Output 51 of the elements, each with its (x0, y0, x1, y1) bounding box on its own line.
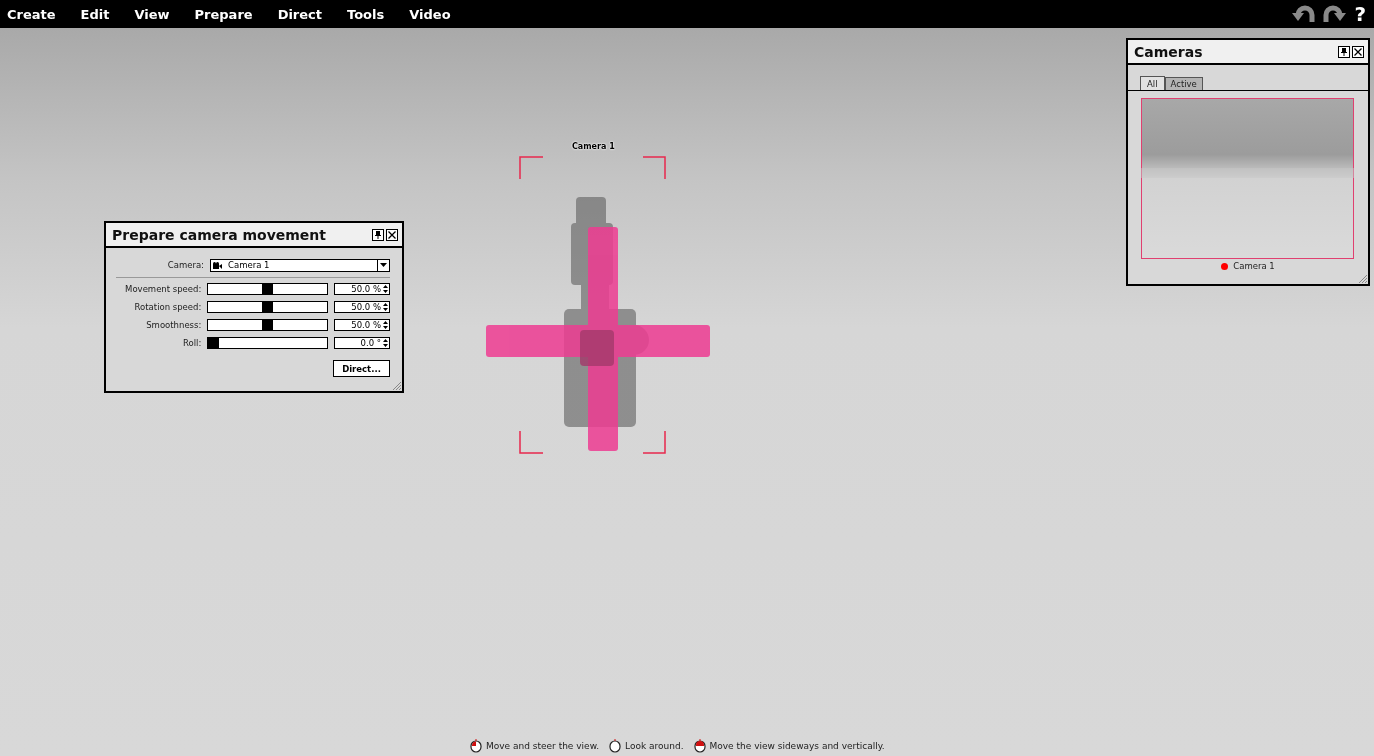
menu-item[interactable]: View (134, 6, 170, 22)
hint-text: Look around. (625, 741, 684, 751)
panel-title: Prepare camera movement (112, 226, 327, 243)
hint-text: Move and steer the view. (486, 741, 600, 751)
mouse-icon (609, 739, 622, 753)
menu-item[interactable]: Prepare (194, 6, 253, 22)
menu-item[interactable]: Edit (80, 6, 110, 22)
tab[interactable]: Active (1164, 77, 1203, 90)
slider-thumb[interactable] (208, 338, 220, 348)
menu-item[interactable]: Tools (347, 6, 385, 22)
pin-icon[interactable] (1338, 45, 1350, 58)
slider[interactable] (207, 301, 328, 313)
video-camera-icon (213, 261, 222, 269)
menu-item[interactable]: Create (7, 6, 56, 22)
pin-icon[interactable] (372, 228, 384, 241)
slider-thumb[interactable] (262, 320, 273, 330)
direct-button[interactable]: Direct... (333, 360, 390, 377)
camera-label: Camera 1 (572, 142, 615, 151)
field-label: Camera: (166, 260, 204, 270)
close-icon[interactable] (386, 228, 398, 241)
value-spinbox[interactable]: 50.0 % (333, 283, 390, 295)
hint-text: Move the view sideways and vertically. (709, 741, 885, 751)
tab[interactable]: All (1140, 76, 1165, 90)
dropdown-arrow-icon (380, 263, 387, 267)
menu-item[interactable]: Video (409, 6, 451, 22)
slider[interactable] (207, 319, 328, 331)
camera-name: Camera 1 (1233, 261, 1275, 271)
value-spinbox[interactable]: 50.0 % (333, 301, 390, 313)
field-label: Smoothness: (145, 320, 202, 330)
slider[interactable] (207, 283, 328, 295)
value-spinbox[interactable]: 50.0 % (333, 319, 390, 331)
help-button[interactable]: ? (1354, 2, 1366, 26)
camera-dropdown[interactable]: Camera 1 (210, 258, 390, 272)
menu-item[interactable]: Direct (277, 6, 323, 22)
field-label: Rotation speed: (133, 302, 202, 312)
mouse-icon (693, 739, 706, 753)
close-icon[interactable] (1352, 45, 1364, 58)
field-label: Roll: (182, 338, 202, 348)
slider-thumb[interactable] (262, 302, 273, 312)
resize-grip-icon[interactable] (393, 382, 401, 390)
resize-grip-icon[interactable] (1359, 275, 1367, 283)
spinner-arrows-icon (383, 303, 388, 311)
mouse-icon (470, 739, 482, 753)
spinner-arrows-icon (383, 321, 388, 329)
slider-thumb[interactable] (262, 284, 273, 294)
slider[interactable] (207, 337, 328, 349)
panel-title: Cameras (1134, 43, 1203, 60)
spinner-arrows-icon (383, 285, 388, 293)
field-label: Movement speed: (124, 284, 202, 294)
value-spinbox[interactable]: 0.0 ° (333, 337, 390, 349)
spinner-arrows-icon (383, 339, 388, 347)
